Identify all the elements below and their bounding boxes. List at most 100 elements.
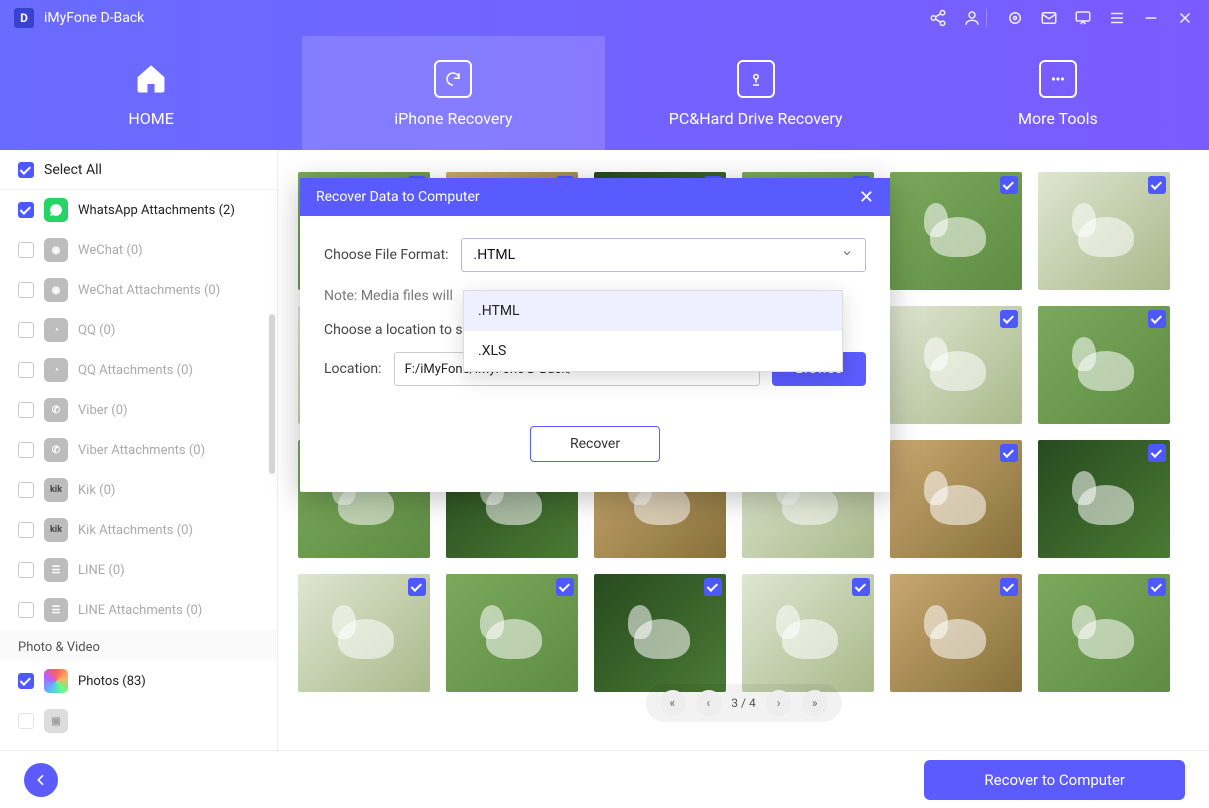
app-logo: D	[14, 8, 34, 28]
modal-close-icon[interactable]: ✕	[859, 187, 874, 208]
pager-last[interactable]: »	[802, 690, 828, 716]
bottom-bar: Recover to Computer	[0, 750, 1209, 808]
sidebar-item-wechat-attachments[interactable]: ◉ WeChat Attachments (0)	[0, 270, 277, 310]
share-icon[interactable]	[928, 8, 948, 28]
checkbox[interactable]	[18, 602, 34, 618]
tab-pc-label: PC&Hard Drive Recovery	[669, 109, 843, 128]
thumb-checkbox[interactable]	[1000, 444, 1018, 462]
pager-prev[interactable]: ‹	[695, 690, 721, 716]
pager-first[interactable]: «	[659, 690, 685, 716]
file-format-value: .HTML	[474, 247, 516, 263]
tab-more-tools[interactable]: More Tools	[907, 36, 1209, 150]
checkbox[interactable]	[18, 522, 34, 538]
checkbox[interactable]	[18, 713, 34, 729]
photo-thumb[interactable]	[1038, 172, 1170, 290]
thumb-checkbox[interactable]	[704, 578, 722, 596]
tab-more-label: More Tools	[1018, 109, 1098, 128]
thumb-checkbox[interactable]	[1148, 578, 1166, 596]
thumb-checkbox[interactable]	[1000, 578, 1018, 596]
modal-header: Recover Data to Computer ✕	[300, 178, 890, 216]
chevron-down-icon	[841, 247, 853, 263]
format-option-html[interactable]: .HTML	[464, 291, 842, 331]
thumb-checkbox[interactable]	[1000, 310, 1018, 328]
select-all-label: Select All	[44, 162, 102, 178]
checkbox[interactable]	[18, 482, 34, 498]
top-nav: HOME iPhone Recovery PC&Hard Drive Recov…	[0, 36, 1209, 150]
thumb-checkbox[interactable]	[1000, 176, 1018, 194]
photo-thumb[interactable]	[1038, 440, 1170, 558]
refresh-device-icon	[433, 59, 473, 99]
tab-iphone-label: iPhone Recovery	[394, 109, 512, 128]
checkbox[interactable]	[18, 562, 34, 578]
pager-next[interactable]: ›	[766, 690, 792, 716]
checkbox[interactable]	[18, 322, 34, 338]
file-format-dropdown: .HTML .XLS	[463, 290, 843, 372]
photo-thumb[interactable]	[890, 306, 1022, 424]
format-option-xls[interactable]: .XLS	[464, 331, 842, 371]
account-icon[interactable]	[962, 8, 982, 28]
select-all-row[interactable]: Select All	[0, 150, 277, 190]
titlebar: D iMyFone D-Back	[0, 0, 1209, 36]
sidebar: Select All WhatsApp Attachments (2) ◉ We…	[0, 150, 278, 750]
sidebar-item-photos[interactable]: Photos (83)	[0, 661, 277, 701]
sidebar-item-line[interactable]: ☰ LINE (0)	[0, 550, 277, 590]
thumb-checkbox[interactable]	[1148, 310, 1166, 328]
sidebar-item-viber[interactable]: ✆ Viber (0)	[0, 390, 277, 430]
sidebar-item-whatsapp-attachments[interactable]: WhatsApp Attachments (2)	[0, 190, 277, 230]
close-window-icon[interactable]	[1175, 8, 1195, 28]
mail-icon[interactable]	[1039, 8, 1059, 28]
item-label: Kik (0)	[78, 483, 115, 498]
modal-recover-button[interactable]: Recover	[530, 426, 660, 462]
select-all-checkbox[interactable]	[18, 162, 34, 178]
photo-thumb[interactable]	[446, 574, 578, 692]
photo-thumb[interactable]	[890, 574, 1022, 692]
item-label: QQ (0)	[78, 323, 115, 338]
sidebar-item-videos[interactable]: ▣	[0, 701, 277, 741]
photo-thumb[interactable]	[890, 440, 1022, 558]
minimize-icon[interactable]	[1141, 8, 1161, 28]
file-format-select[interactable]: .HTML	[461, 238, 866, 272]
photo-thumb[interactable]	[298, 574, 430, 692]
checkbox[interactable]	[18, 402, 34, 418]
photo-thumb[interactable]	[742, 574, 874, 692]
location-label: Location:	[324, 361, 382, 377]
sidebar-item-qq[interactable]: ◔ QQ (0)	[0, 310, 277, 350]
back-button[interactable]	[24, 763, 58, 797]
tab-iphone-recovery[interactable]: iPhone Recovery	[302, 36, 604, 150]
choose-format-label: Choose File Format:	[324, 247, 449, 263]
checkbox[interactable]	[18, 202, 34, 218]
sidebar-item-line-attachments[interactable]: ☰ LINE Attachments (0)	[0, 590, 277, 630]
thumb-checkbox[interactable]	[408, 578, 426, 596]
thumb-checkbox[interactable]	[1148, 176, 1166, 194]
checkbox[interactable]	[18, 362, 34, 378]
checkbox[interactable]	[18, 673, 34, 689]
sidebar-item-viber-attachments[interactable]: ✆ Viber Attachments (0)	[0, 430, 277, 470]
settings-icon[interactable]	[1005, 8, 1025, 28]
photo-thumb[interactable]	[594, 574, 726, 692]
sidebar-item-qq-attachments[interactable]: ◔ QQ Attachments (0)	[0, 350, 277, 390]
kik-icon: kik	[44, 518, 68, 542]
photo-thumb[interactable]	[1038, 574, 1170, 692]
thumb-checkbox[interactable]	[556, 578, 574, 596]
sidebar-scrollbar[interactable]	[269, 314, 275, 474]
whatsapp-icon	[44, 198, 68, 222]
qq-icon: ◔	[44, 358, 68, 382]
sidebar-item-kik[interactable]: kik Kik (0)	[0, 470, 277, 510]
tab-pc-recovery[interactable]: PC&Hard Drive Recovery	[605, 36, 907, 150]
checkbox[interactable]	[18, 442, 34, 458]
tab-home[interactable]: HOME	[0, 36, 302, 150]
checkbox[interactable]	[18, 242, 34, 258]
recover-to-computer-button[interactable]: Recover to Computer	[924, 760, 1185, 800]
feedback-icon[interactable]	[1073, 8, 1093, 28]
menu-icon[interactable]	[1107, 8, 1127, 28]
checkbox[interactable]	[18, 282, 34, 298]
sidebar-item-wechat[interactable]: ◉ WeChat (0)	[0, 230, 277, 270]
photo-thumb[interactable]	[1038, 306, 1170, 424]
thumb-checkbox[interactable]	[1148, 444, 1166, 462]
sidebar-item-kik-attachments[interactable]: kik Kik Attachments (0)	[0, 510, 277, 550]
photo-thumb[interactable]	[890, 172, 1022, 290]
more-icon	[1038, 59, 1078, 99]
item-label: Viber (0)	[78, 403, 128, 418]
item-label: LINE Attachments (0)	[78, 603, 202, 618]
thumb-checkbox[interactable]	[852, 578, 870, 596]
